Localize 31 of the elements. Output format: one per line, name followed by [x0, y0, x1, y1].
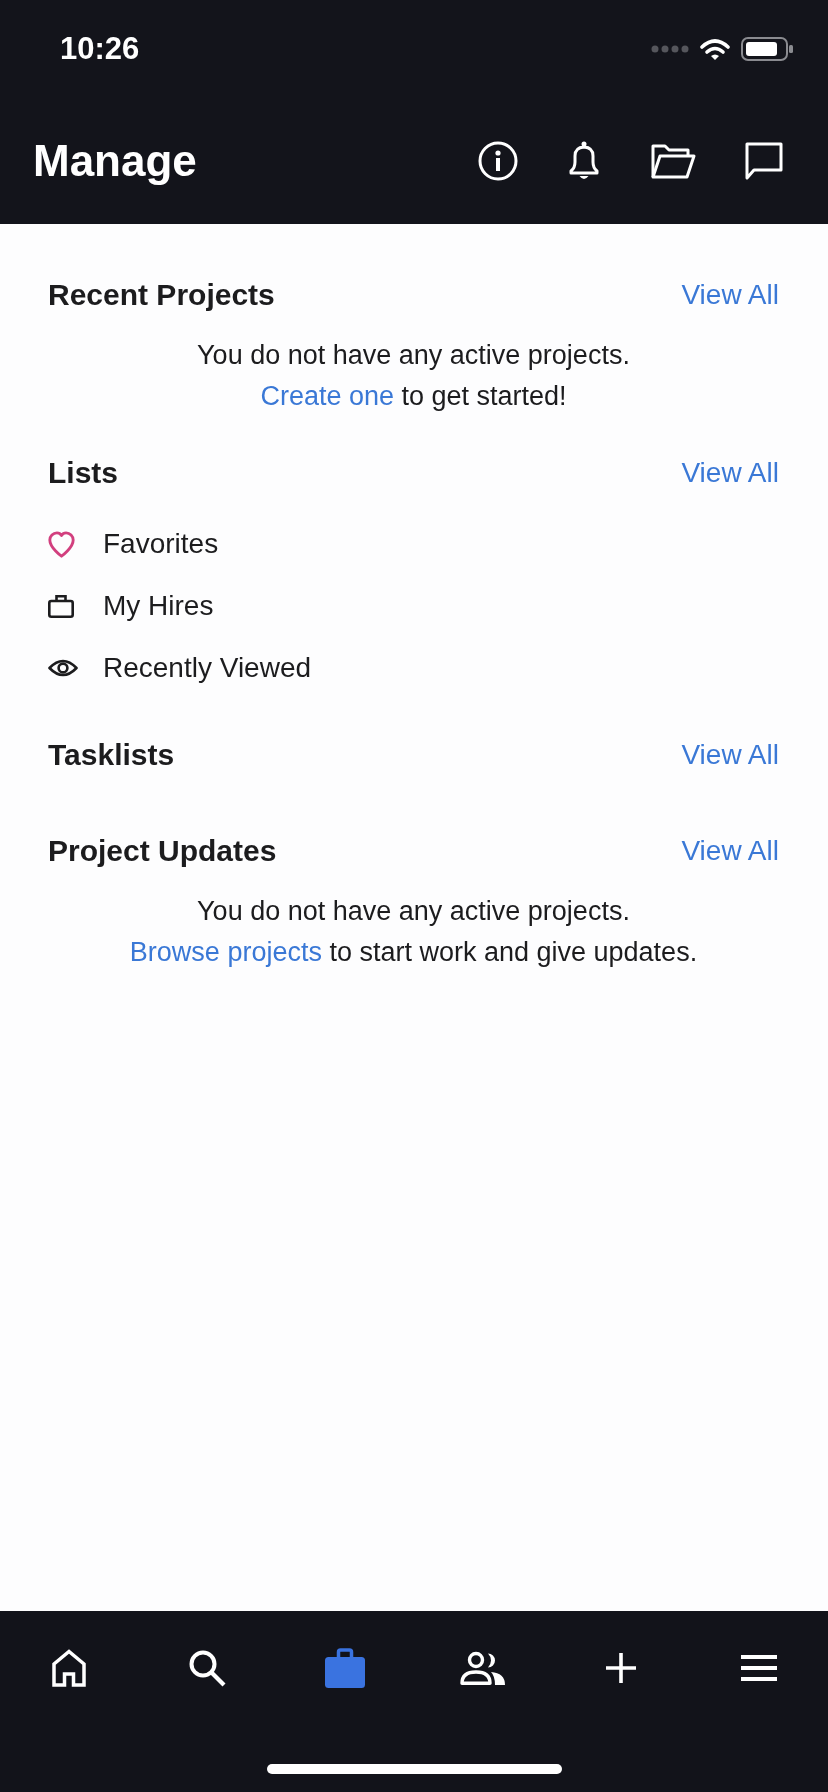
view-all-link[interactable]: View All — [681, 737, 779, 773]
empty-message: You do not have any active projects. — [197, 339, 630, 372]
briefcase-icon[interactable] — [324, 1648, 366, 1688]
battery-icon — [741, 37, 793, 61]
chat-icon[interactable] — [744, 141, 784, 181]
home-icon[interactable] — [52, 1649, 86, 1687]
section-heading: Recent Projects — [48, 277, 275, 313]
menu-icon[interactable] — [741, 1655, 777, 1681]
list-item[interactable]: Recently Viewed — [48, 652, 312, 684]
empty-message: You do not have any active projects. — [197, 895, 630, 928]
signal-icon — [651, 45, 689, 53]
inline-link[interactable]: Create one — [260, 381, 394, 411]
view-all-link[interactable]: View All — [681, 277, 779, 313]
inline-link[interactable]: Browse projects — [129, 937, 322, 967]
empty-prompt: Create one to get started! — [260, 380, 567, 413]
view-all-link[interactable]: View All — [681, 833, 779, 869]
status-time: 10:26 — [60, 31, 140, 67]
plus-icon[interactable] — [606, 1653, 636, 1683]
section-heading: Lists — [48, 455, 119, 491]
section-heading: Tasklists — [48, 737, 175, 773]
list-item[interactable]: My Hires — [48, 590, 214, 622]
section-heading: Project Updates — [48, 833, 277, 869]
wifi-icon — [700, 38, 730, 60]
people-icon[interactable] — [460, 1651, 506, 1685]
search-icon[interactable] — [188, 1649, 226, 1687]
info-icon[interactable] — [478, 141, 518, 181]
page-title: Manage — [33, 134, 197, 187]
empty-prompt: Browse projects to start work and give updates. — [129, 936, 698, 969]
folder-icon[interactable] — [650, 142, 696, 180]
view-all-link[interactable]: View All — [681, 455, 779, 491]
list-item[interactable]: Favorites — [48, 528, 219, 560]
